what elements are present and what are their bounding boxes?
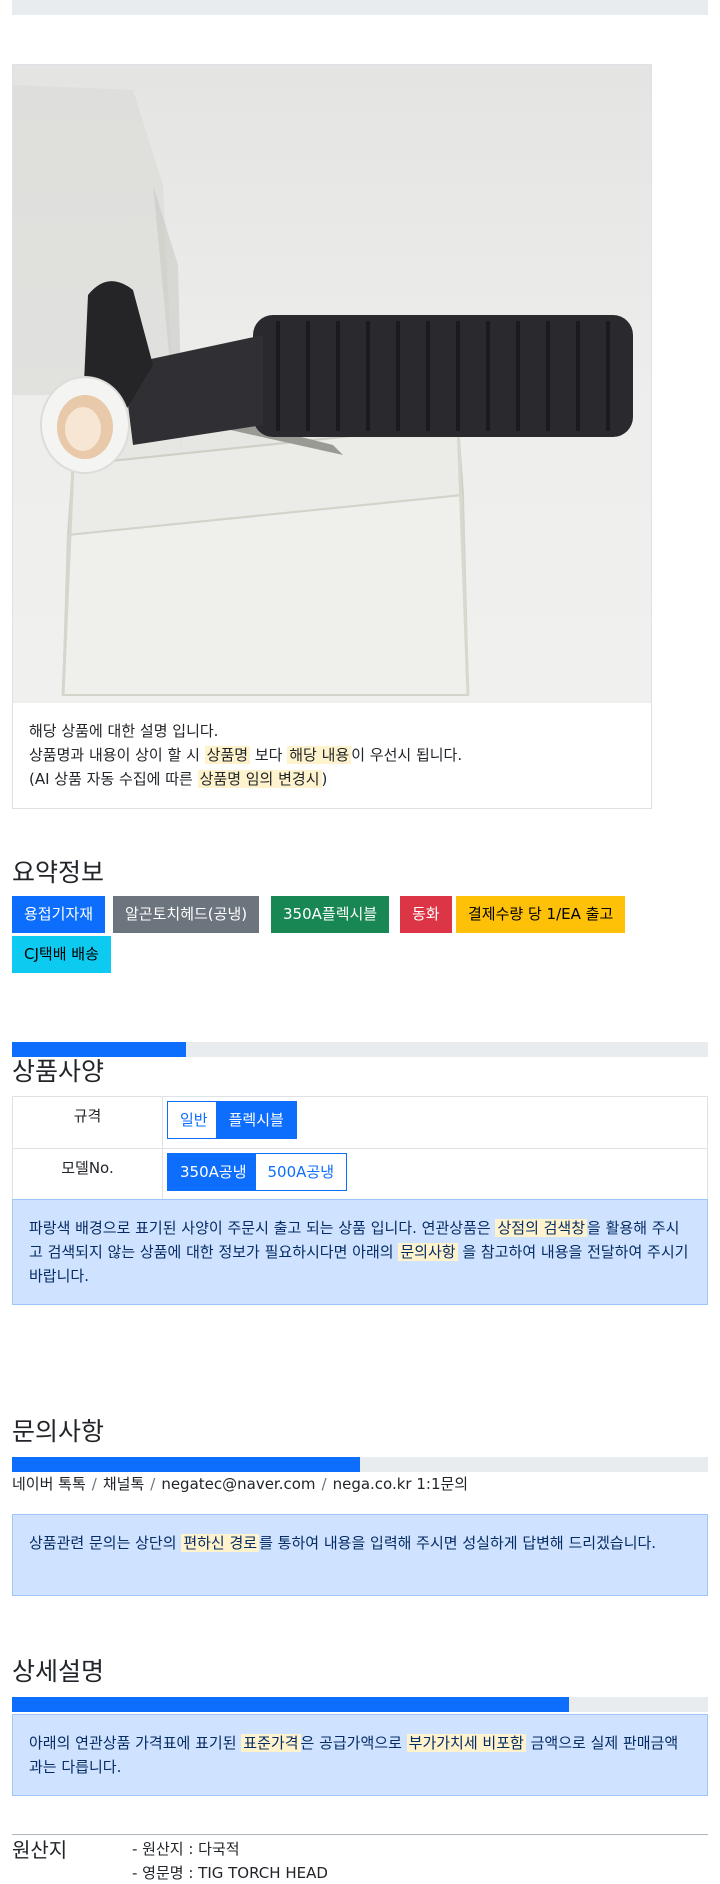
origin-english-name: - 영문명 : TIG TORCH HEAD [132,1864,328,1882]
highlight-search: 상점의 검색창 [495,1219,588,1237]
contact-channels: 네이버 톡톡 / 채널톡 / negatec@naver.com / nega.co.kr … [12,1474,468,1494]
top-progress-bar [12,0,708,15]
detail-title: 상세설명 [12,1657,105,1686]
highlight-vat-excluded: 부가가치세 비포함 [406,1734,526,1752]
channel-channeltalk[interactable]: 채널톡 [103,1475,144,1493]
tag-model[interactable]: 350A플렉시블 [271,896,390,933]
inquiry-progress-bar [12,1457,708,1472]
spec-table: 규격 일반 플렉시블 모델No. 350A공냉 500A공냉 [12,1096,708,1201]
detail-progress-fill [12,1697,569,1712]
spec-label-size: 규격 [12,1096,163,1149]
tag-brand[interactable]: 동화 [400,896,452,933]
highlight-content: 해당 내용 [287,746,352,764]
inquiry-notice: 상품관련 문의는 상단의 편하신 경로 를 통하여 내용을 입력해 주시면 성실하… [12,1514,708,1596]
desc-text: (AI 상품 자동 수집에 따른 [29,770,193,788]
highlight-name-change: 상품명 임의 변경시 [197,770,322,788]
spec-row-model: 모델No. 350A공냉 500A공냉 [12,1148,708,1201]
separator: / [91,1475,97,1493]
notice-text: 은 공급가액으로 [300,1734,402,1752]
desc-line-3: (AI 상품 자동 수집에 따른 상품명 임의 변경시) [29,767,639,791]
origin-country: - 원산지 : 다국적 [132,1840,240,1858]
spec-options-size: 일반 플렉시블 [162,1096,708,1149]
desc-line-2: 상품명과 내용이 상이 할 시 상품명 보다 해당 내용 이 우선시 됩니다. [29,743,639,767]
channel-website-inquiry[interactable]: nega.co.kr 1:1문의 [333,1475,469,1493]
desc-line-1: 해당 상품에 대한 설명 입니다. [29,722,219,740]
highlight-standard-price: 표준가격 [241,1734,301,1752]
summary-title: 요약정보 [12,858,105,887]
channel-email[interactable]: negatec@naver.com [161,1475,315,1493]
highlight-convenient-route: 편하신 경로 [181,1534,260,1552]
spec-label-model: 모델No. [12,1148,163,1201]
tag-category[interactable]: 용접기자재 [12,896,106,933]
tag-delivery[interactable]: CJ택배 배송 [12,936,111,973]
channel-naver-talk[interactable]: 네이버 톡톡 [12,1475,86,1493]
desc-text: 상품명과 내용이 상이 할 시 [29,746,200,764]
spec-notice: 파랑색 배경으로 표기된 사양이 주문시 출고 되는 상품 입니다. 연관상품은… [12,1199,708,1305]
desc-text: 이 우선시 됩니다. [351,746,463,764]
separator: / [321,1475,327,1493]
highlight-product-name: 상품명 [204,746,251,764]
option-flexible[interactable]: 플렉시블 [215,1101,297,1139]
option-general[interactable]: 일반 [167,1101,221,1139]
detail-progress-bar [12,1697,708,1712]
inquiry-title: 문의사항 [12,1417,105,1446]
spec-title: 상품사양 [12,1057,105,1086]
desc-text: 보다 [254,746,283,764]
origin-section: 원산지 - 원산지 : 다국적 - 영문명 : TIG TORCH HEAD [12,1834,708,1882]
inquiry-progress-fill [12,1457,360,1472]
notice-text: 를 통하여 내용을 입력해 주시면 성실하게 답변해 드리겠습니다. [259,1534,657,1552]
separator: / [150,1475,156,1493]
tag-subcategory[interactable]: 알곤토치헤드(공냉) [113,896,260,933]
highlight-inquiry: 문의사항 [398,1243,458,1261]
spec-row-size: 규격 일반 플렉시블 [12,1096,708,1149]
product-photo [13,65,651,703]
notice-text: 파랑색 배경으로 표기된 사양이 주문시 출고 되는 상품 입니다. 연관상품은 [29,1219,491,1237]
product-image-description: 해당 상품에 대한 설명 입니다. 상품명과 내용이 상이 할 시 상품명 보다… [29,719,639,791]
origin-list: - 원산지 : 다국적 - 영문명 : TIG TORCH HEAD [132,1837,328,1884]
desc-text: ) [321,770,328,788]
spec-progress-bar [12,1042,708,1057]
product-image-card: 해당 상품에 대한 설명 입니다. 상품명과 내용이 상이 할 시 상품명 보다… [12,64,652,809]
option-500a[interactable]: 500A공냉 [254,1153,347,1191]
spec-options-model: 350A공냉 500A공냉 [162,1148,708,1201]
tig-torch-head-image [13,85,633,696]
detail-notice: 아래의 연관상품 가격표에 표기된 표준가격 은 공급가액으로 부가가치세 비포함… [12,1714,708,1796]
notice-text: 아래의 연관상품 가격표에 표기된 [29,1734,237,1752]
tag-quantity[interactable]: 결제수량 당 1/EA 출고 [456,896,626,933]
origin-title: 원산지 [12,1838,68,1862]
notice-text: 상품관련 문의는 상단의 [29,1534,177,1552]
option-350a[interactable]: 350A공냉 [167,1153,260,1191]
spec-progress-fill [12,1042,186,1057]
